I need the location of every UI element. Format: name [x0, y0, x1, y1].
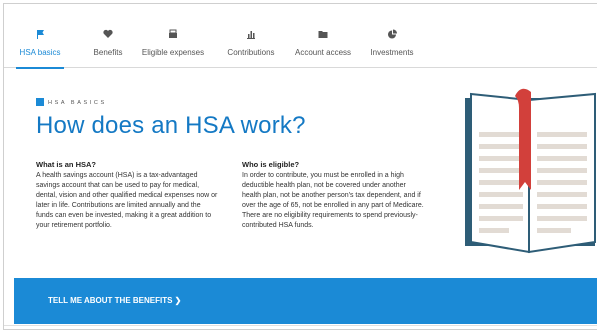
who-is-eligible-block: Who is eligible? In order to contribute,… [242, 160, 447, 231]
what-line: A health savings account (HSA) is a tax-… [36, 172, 198, 179]
who-heading: Who is eligible? [242, 160, 300, 169]
who-line: contributed HSA funds. [242, 222, 314, 229]
who-line: There are no eligibility requirements to… [242, 212, 418, 219]
what-is-hsa-block: What is an HSA? A health savings account… [36, 160, 234, 231]
hsa-page: HSA basics Benefits Eligible expenses Co… [3, 3, 597, 330]
open-book-illustration [465, 88, 596, 254]
benefits-cta-banner[interactable]: TELL ME ABOUT THE BENEFITS ❯ [14, 278, 597, 324]
tab-benefits[interactable]: Benefits [88, 28, 128, 68]
page-title: How does an HSA work? [36, 112, 306, 139]
who-line: health plan, not be another person's tax… [242, 192, 421, 199]
register-icon [169, 29, 177, 38]
tab-label: Account access [294, 48, 352, 57]
tab-label: Eligible expenses [141, 48, 205, 57]
who-line: over the age of 65, not be enrolled in a… [242, 202, 424, 209]
eyebrow-marker [36, 98, 44, 106]
what-line: your retirement portfolio. [36, 222, 112, 229]
tab-eligible-expenses[interactable]: Eligible expenses [138, 28, 208, 68]
what-line: later in life. Contributions are limited… [36, 202, 201, 209]
bottom-divider [4, 325, 597, 326]
tab-account-access[interactable]: Account access [292, 28, 354, 68]
tab-label: HSA basics [19, 48, 61, 57]
who-line: In order to contribute, you must be enro… [242, 172, 404, 179]
tab-label: Investments [370, 48, 414, 57]
what-line: funds can even be invested, making it a … [36, 212, 212, 219]
tab-bar: HSA basics Benefits Eligible expenses Co… [4, 4, 597, 69]
what-line: dental, vision and other qualified medic… [36, 192, 218, 199]
heart-icon [103, 29, 113, 38]
what-heading: What is an HSA? [36, 160, 97, 169]
who-line: deductible health plan, not be covered u… [242, 182, 406, 189]
tab-label: Contributions [227, 48, 275, 57]
tab-hsa-basics[interactable]: HSA basics [16, 28, 64, 69]
bar-chart-icon [247, 31, 255, 39]
tab-contributions[interactable]: Contributions [223, 28, 279, 68]
tab-label: Benefits [93, 48, 123, 57]
benefits-cta-label[interactable]: TELL ME ABOUT THE BENEFITS ❯ [48, 296, 181, 305]
flag-icon [37, 30, 44, 39]
section-eyebrow: HSA BASICS [48, 100, 107, 106]
folder-icon [318, 31, 328, 38]
pie-icon [388, 29, 397, 39]
what-line: savings account that can be used to pay … [36, 182, 200, 189]
tab-investments[interactable]: Investments [368, 28, 416, 68]
